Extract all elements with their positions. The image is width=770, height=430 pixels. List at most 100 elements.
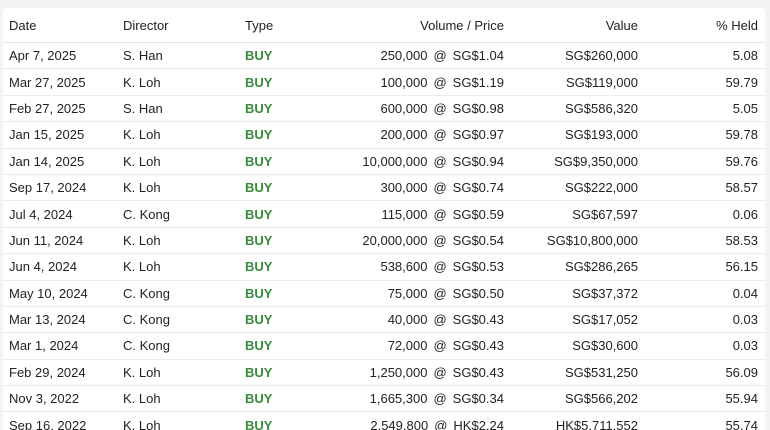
transaction-type-badge: BUY [245,127,273,143]
cell-director: K. Loh [123,174,245,202]
cell-volume-price: 600,000 @ SG$0.98 [325,95,513,123]
price-value: SG$1.04 [452,48,504,64]
cell-date: Jun 11, 2024 [3,227,123,255]
cell-value: SG$67,597 [513,200,647,228]
cell-director: K. Loh [123,227,245,255]
cell-held-percent: 59.78 [647,121,765,149]
table-row[interactable]: Mar 13, 2024 C. Kong BUY 40,000 @ SG$0.43 SG$1… [3,306,765,334]
cell-date: Sep 16, 2022 [3,411,123,430]
cell-type: BUY [245,280,325,307]
transaction-type-badge: BUY [245,391,273,407]
table-row[interactable]: Sep 16, 2022 K. Loh BUY 2,549,800 @ HK$2.24 HK… [3,411,765,430]
cell-value: SG$286,265 [513,253,647,281]
cell-type: BUY [245,253,325,281]
volume-value: 1,250,000 [369,364,428,380]
cell-value: SG$119,000 [513,68,647,96]
price-value: SG$0.53 [452,259,504,275]
cell-value: SG$586,320 [513,95,647,123]
volume-value: 1,665,300 [369,391,428,407]
price-value: SG$0.94 [452,153,504,169]
transaction-type-badge: BUY [245,285,273,301]
table-row[interactable]: Jan 15, 2025 K. Loh BUY 200,000 @ SG$0.97 SG$1… [3,121,765,149]
table-row[interactable]: May 10, 2024 C. Kong BUY 75,000 @ SG$0.50 SG$3… [3,280,765,307]
cell-director: C. Kong [123,280,245,307]
cell-type: BUY [245,148,325,175]
cell-volume-price: 2,549,800 @ HK$2.24 [325,411,513,430]
price-value: SG$0.43 [452,364,504,380]
volume-value: 72,000 [387,338,428,354]
cell-volume-price: 300,000 @ SG$0.74 [325,174,513,202]
table-row[interactable]: Feb 27, 2025 S. Han BUY 600,000 @ SG$0.98 SG$5… [3,95,765,123]
at-symbol: @ [433,391,447,407]
column-header-volume-price[interactable]: Volume / Price [325,8,513,43]
volume-value: 2,549,800 [370,417,429,430]
volume-value: 600,000 [380,100,428,116]
cell-volume-price: 100,000 @ SG$1.19 [325,68,513,96]
column-header-type[interactable]: Type [245,8,325,43]
transaction-type-badge: BUY [245,232,273,248]
at-symbol: @ [433,285,447,301]
cell-held-percent: 59.79 [647,68,765,96]
at-symbol: @ [433,232,447,248]
cell-type: BUY [245,306,325,334]
transaction-type-badge: BUY [245,364,273,380]
price-value: SG$0.43 [452,338,504,354]
column-header-value[interactable]: Value [513,8,647,43]
cell-value: SG$10,800,000 [513,227,647,255]
cell-volume-price: 75,000 @ SG$0.50 [325,280,513,307]
cell-type: BUY [245,174,325,202]
price-value: SG$0.97 [452,127,504,143]
table-row[interactable]: Jul 4, 2024 C. Kong BUY 115,000 @ SG$0.59 SG$6… [3,200,765,228]
volume-value: 250,000 [380,48,428,64]
column-header-director[interactable]: Director [123,8,245,43]
volume-value: 40,000 [387,312,428,328]
cell-type: BUY [245,68,325,96]
table-row[interactable]: Nov 3, 2022 K. Loh BUY 1,665,300 @ SG$0.34 SG$… [3,385,765,413]
cell-volume-price: 250,000 @ SG$1.04 [325,42,513,70]
cell-type: BUY [245,200,325,228]
column-header-held[interactable]: % Held [647,8,765,43]
cell-type: BUY [245,95,325,123]
cell-held-percent: 0.03 [647,306,765,334]
table-row[interactable]: Jun 11, 2024 K. Loh BUY 20,000,000 @ SG$0.54 S… [3,227,765,255]
cell-date: Jun 4, 2024 [3,253,123,281]
cell-type: BUY [245,359,325,387]
price-value: SG$0.98 [452,100,504,116]
volume-value: 538,600 [380,259,428,275]
price-value: SG$0.74 [452,180,504,196]
cell-director: C. Kong [123,332,245,360]
transaction-type-badge: BUY [245,417,273,430]
insider-transactions-table: Date Director Type Volume / Price Value … [3,8,765,430]
cell-date: Jan 15, 2025 [3,121,123,149]
cell-volume-price: 538,600 @ SG$0.53 [325,253,513,281]
table-row[interactable]: Feb 29, 2024 K. Loh BUY 1,250,000 @ SG$0.43 SG… [3,359,765,387]
transaction-type-badge: BUY [245,48,273,64]
cell-held-percent: 0.04 [647,280,765,307]
transaction-type-badge: BUY [245,312,273,328]
cell-held-percent: 56.15 [647,253,765,281]
transaction-type-badge: BUY [245,74,273,90]
table-row[interactable]: Mar 1, 2024 C. Kong BUY 72,000 @ SG$0.43 SG$30… [3,332,765,360]
table-row[interactable]: Jan 14, 2025 K. Loh BUY 10,000,000 @ SG$0.94 S… [3,148,765,175]
table-row[interactable]: Apr 7, 2025 S. Han BUY 250,000 @ SG$1.04 SG$26… [3,42,765,70]
table-row[interactable]: Mar 27, 2025 K. Loh BUY 100,000 @ SG$1.19 SG$1… [3,68,765,96]
cell-date: Apr 7, 2025 [3,42,123,70]
cell-value: SG$566,202 [513,385,647,413]
at-symbol: @ [433,127,447,143]
at-symbol: @ [433,100,447,116]
table-row[interactable]: Sep 17, 2024 K. Loh BUY 300,000 @ SG$0.74 SG$2… [3,174,765,202]
cell-held-percent: 55.94 [647,385,765,413]
column-header-date[interactable]: Date [3,8,123,43]
transaction-type-badge: BUY [245,338,273,354]
at-symbol: @ [433,180,447,196]
cell-volume-price: 10,000,000 @ SG$0.94 [325,148,513,175]
at-symbol: @ [433,312,447,328]
cell-director: K. Loh [123,253,245,281]
cell-type: BUY [245,121,325,149]
volume-value: 200,000 [380,127,428,143]
table-row[interactable]: Jun 4, 2024 K. Loh BUY 538,600 @ SG$0.53 SG$28… [3,253,765,281]
cell-date: Jan 14, 2025 [3,148,123,175]
insider-transactions-card: Date Director Type Volume / Price Value … [3,8,765,430]
cell-volume-price: 1,665,300 @ SG$0.34 [325,385,513,413]
cell-value: SG$531,250 [513,359,647,387]
